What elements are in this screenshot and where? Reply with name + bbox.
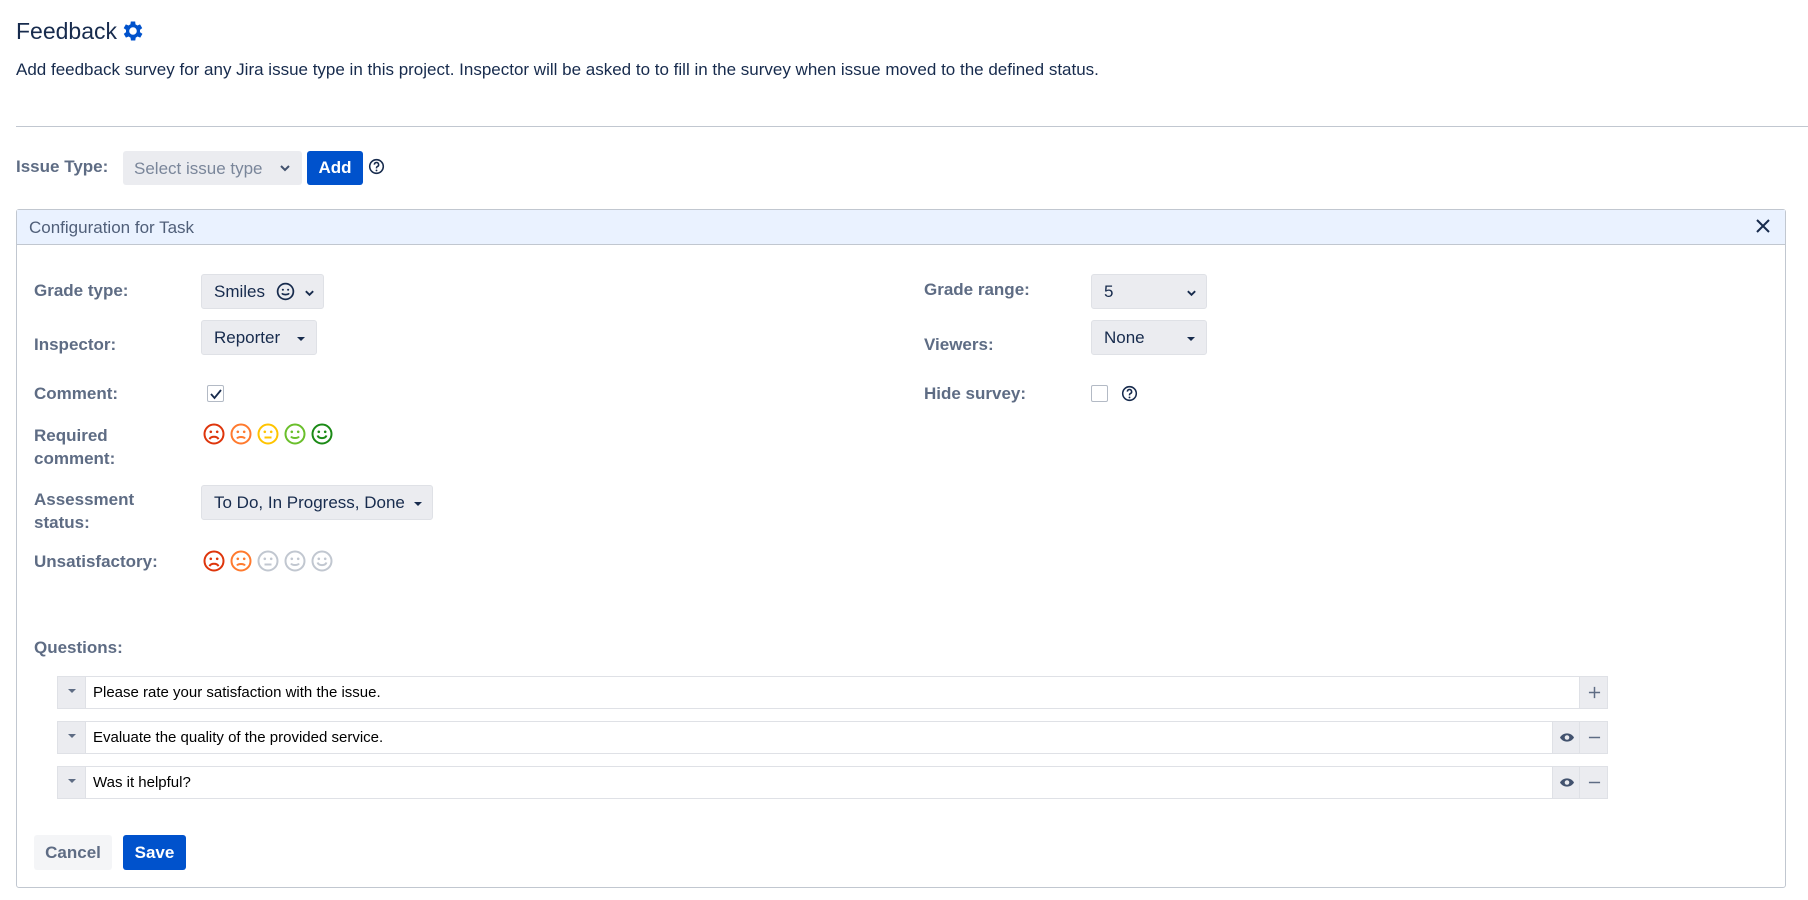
hide-survey-label: Hide survey: bbox=[924, 384, 1027, 403]
eye-icon bbox=[1560, 733, 1574, 742]
assessment-status-label: Assessment status: bbox=[34, 488, 134, 534]
panel-title: Configuration for Task bbox=[29, 218, 195, 237]
minus-icon bbox=[1588, 781, 1601, 784]
issue-type-select[interactable]: Select issue type bbox=[123, 151, 302, 185]
plus-icon bbox=[1588, 686, 1601, 699]
required-comment-faces bbox=[202, 422, 334, 446]
chevron-down-icon bbox=[280, 165, 290, 172]
panel-header: Configuration for Task bbox=[17, 210, 1785, 245]
checkmark-icon bbox=[210, 389, 222, 400]
grade-range-value: 5 bbox=[1104, 282, 1114, 301]
eye-icon bbox=[1560, 778, 1574, 787]
viewers-label: Viewers: bbox=[924, 335, 994, 354]
help-icon[interactable] bbox=[1121, 385, 1138, 402]
inspector-label: Inspector: bbox=[34, 335, 117, 354]
chevron-down-icon bbox=[1187, 290, 1196, 297]
issue-type-label: Issue Type: bbox=[16, 157, 109, 176]
grade-type-dropdown[interactable]: Smiles bbox=[201, 274, 324, 309]
assessment-status-dropdown[interactable]: To Do, In Progress, Done bbox=[201, 485, 433, 520]
drag-handle[interactable] bbox=[58, 722, 86, 753]
required-comment-label-line1: Required bbox=[34, 426, 108, 445]
caret-down-icon bbox=[68, 689, 76, 693]
cancel-button[interactable]: Cancel bbox=[34, 835, 112, 870]
face-sad-icon[interactable] bbox=[229, 422, 253, 446]
face-very-happy-icon[interactable] bbox=[310, 422, 334, 446]
question-row: Evaluate the quality of the provided ser… bbox=[57, 721, 1608, 754]
viewers-value: None bbox=[1104, 328, 1145, 347]
viewers-dropdown[interactable]: None bbox=[1091, 320, 1207, 355]
remove-question-button[interactable] bbox=[1579, 767, 1607, 798]
save-button[interactable]: Save bbox=[123, 835, 186, 870]
remove-question-button[interactable] bbox=[1579, 722, 1607, 753]
gear-icon[interactable] bbox=[120, 18, 146, 44]
visibility-button[interactable] bbox=[1552, 767, 1580, 798]
caret-down-icon bbox=[414, 502, 422, 506]
question-row: Was it helpful? bbox=[57, 766, 1608, 799]
drag-handle[interactable] bbox=[58, 677, 86, 708]
caret-down-icon bbox=[297, 337, 305, 341]
questions-label: Questions: bbox=[34, 638, 123, 657]
face-neutral-icon[interactable] bbox=[256, 422, 280, 446]
face-happy-icon[interactable] bbox=[283, 549, 307, 573]
inspector-dropdown[interactable]: Reporter bbox=[201, 320, 317, 355]
page-description: Add feedback survey for any Jira issue t… bbox=[16, 60, 1099, 79]
face-neutral-icon[interactable] bbox=[256, 549, 280, 573]
question-input[interactable]: Please rate your satisfaction with the i… bbox=[93, 684, 381, 701]
caret-down-icon bbox=[68, 734, 76, 738]
face-very-sad-icon[interactable] bbox=[202, 549, 226, 573]
grade-range-label: Grade range: bbox=[924, 280, 1030, 299]
unsatisfactory-faces bbox=[202, 549, 334, 573]
hide-survey-checkbox[interactable] bbox=[1091, 385, 1108, 402]
add-button[interactable]: Add bbox=[307, 151, 363, 185]
unsatisfactory-label: Unsatisfactory: bbox=[34, 552, 158, 571]
question-input[interactable]: Was it helpful? bbox=[93, 774, 191, 791]
face-happy-icon[interactable] bbox=[283, 422, 307, 446]
grade-type-label: Grade type: bbox=[34, 281, 129, 300]
face-sad-icon[interactable] bbox=[229, 549, 253, 573]
close-icon[interactable] bbox=[1754, 217, 1772, 235]
caret-down-icon bbox=[68, 779, 76, 783]
caret-down-icon bbox=[1187, 337, 1195, 341]
divider bbox=[16, 126, 1808, 127]
grade-type-value: Smiles bbox=[214, 282, 266, 301]
drag-handle[interactable] bbox=[58, 767, 86, 798]
visibility-button[interactable] bbox=[1552, 722, 1580, 753]
face-very-sad-icon[interactable] bbox=[202, 422, 226, 446]
page-title: Feedback bbox=[16, 18, 118, 44]
chevron-down-icon bbox=[305, 290, 314, 297]
assessment-status-label-line1: Assessment bbox=[34, 490, 135, 509]
issue-type-placeholder: Select issue type bbox=[134, 159, 263, 178]
inspector-value: Reporter bbox=[214, 328, 281, 347]
question-input[interactable]: Evaluate the quality of the provided ser… bbox=[93, 729, 383, 746]
required-comment-label: Required comment: bbox=[34, 424, 115, 470]
assessment-status-value: To Do, In Progress, Done bbox=[214, 493, 405, 512]
grade-range-dropdown[interactable]: 5 bbox=[1091, 274, 1207, 309]
required-comment-label-line2: comment: bbox=[34, 449, 116, 468]
help-icon[interactable] bbox=[368, 158, 385, 175]
assessment-status-label-line2: status: bbox=[34, 513, 90, 532]
add-question-button[interactable] bbox=[1579, 677, 1607, 708]
comment-checkbox[interactable] bbox=[207, 385, 224, 402]
question-row: Please rate your satisfaction with the i… bbox=[57, 676, 1608, 709]
comment-label: Comment: bbox=[34, 384, 119, 403]
face-very-happy-icon[interactable] bbox=[310, 549, 334, 573]
smile-icon bbox=[276, 282, 295, 301]
minus-icon bbox=[1588, 736, 1601, 739]
